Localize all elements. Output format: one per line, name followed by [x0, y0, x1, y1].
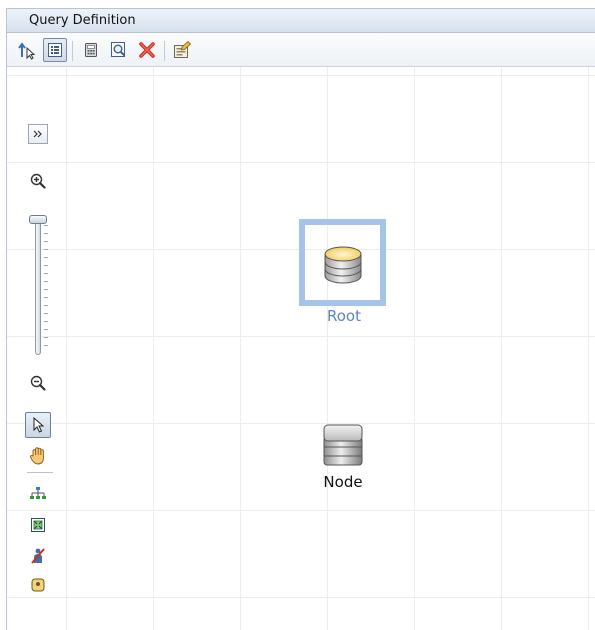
database-yellow-icon	[324, 246, 362, 284]
person-strike-icon	[31, 548, 45, 564]
calculator-icon	[85, 43, 97, 57]
tool-palette	[25, 67, 55, 630]
hierarchy-layout-button[interactable]	[25, 481, 51, 507]
double-chevron-right-icon	[33, 130, 42, 138]
zoom-slider-thumb[interactable]	[29, 215, 47, 224]
toolbar-separator	[164, 41, 165, 61]
more-tools-button[interactable]	[25, 570, 51, 596]
toolbar-separator	[72, 41, 73, 61]
palette-divider	[27, 472, 53, 473]
red-x-delete-icon	[139, 42, 155, 58]
properties-list-button[interactable]	[43, 38, 67, 62]
edit-properties-icon	[174, 40, 192, 58]
node-node[interactable]: Node	[293, 419, 393, 519]
node-label: Root	[327, 307, 361, 325]
list-properties-icon	[48, 43, 62, 57]
user-badge-icon	[31, 578, 45, 592]
database-gray-icon	[323, 424, 363, 466]
zoom-in-button[interactable]	[25, 168, 51, 194]
fit-window-icon	[31, 518, 45, 532]
magnifier-preview-icon	[111, 42, 126, 57]
node-root[interactable]: Root	[299, 219, 389, 329]
hierarchy-icon	[30, 487, 46, 499]
hand-pan-icon	[30, 447, 44, 465]
query-canvas[interactable]: Root Node	[7, 67, 595, 630]
query-definition-panel: Query Definition Root Node	[6, 8, 595, 630]
pan-tool-button[interactable]	[25, 442, 51, 468]
expand-palette-button[interactable]	[28, 124, 48, 144]
panel-title: Query Definition	[29, 13, 136, 28]
arrow-up-cursor-icon	[18, 42, 36, 60]
hide-node-button[interactable]	[25, 543, 51, 569]
zoom-out-button[interactable]	[25, 370, 51, 396]
zoom-slider-track[interactable]	[35, 217, 41, 355]
pointer-arrow-icon	[33, 417, 45, 433]
calculator-button[interactable]	[79, 38, 103, 62]
preview-button[interactable]	[107, 38, 131, 62]
zoom-out-icon	[30, 375, 46, 391]
select-tool-button[interactable]	[25, 412, 51, 438]
toolbar	[7, 33, 595, 67]
move-up-button[interactable]	[15, 38, 39, 62]
node-label: Node	[323, 473, 363, 491]
fit-to-window-button[interactable]	[25, 512, 51, 538]
panel-titlebar: Query Definition	[7, 9, 595, 33]
delete-button[interactable]	[135, 38, 159, 62]
edit-properties-button[interactable]	[170, 38, 194, 62]
zoom-in-icon	[30, 173, 46, 189]
